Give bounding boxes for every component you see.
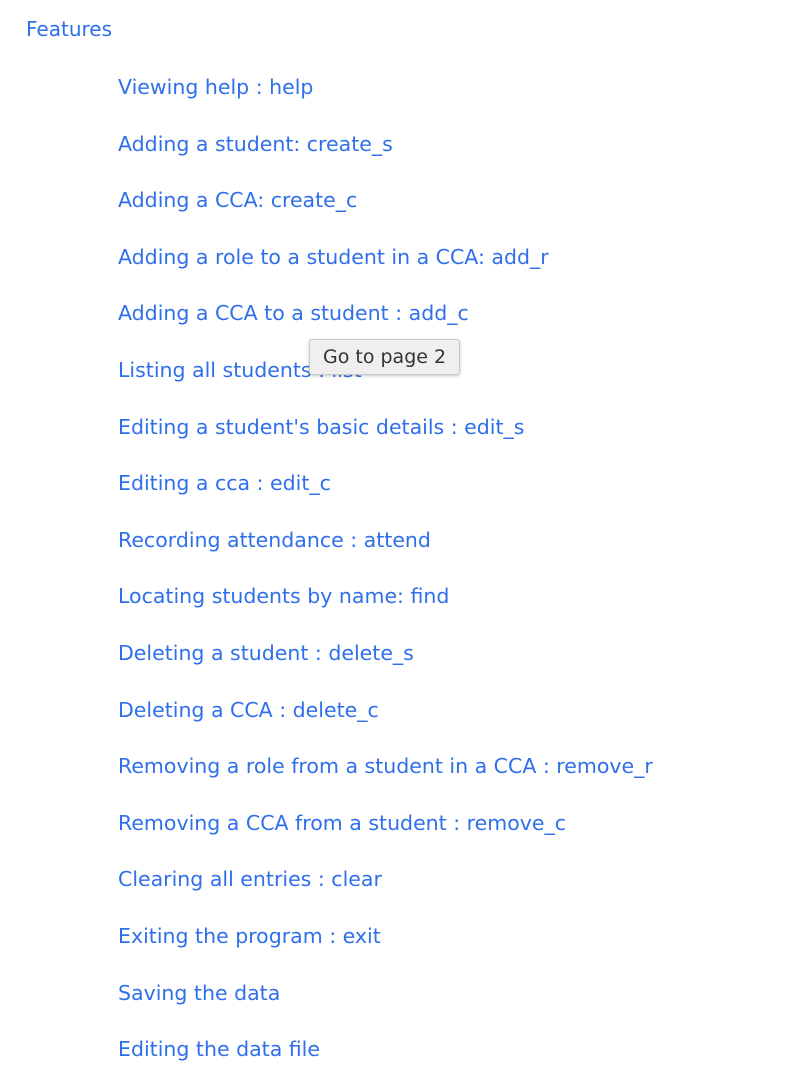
toc-link-create-c[interactable]: Adding a CCA: create_c [118,184,357,216]
table-of-contents: Features Viewing help : help Adding a st… [0,0,786,1082]
toc-link-find[interactable]: Locating students by name: find [118,580,449,612]
toc-item: Deleting a CCA : delete_c [118,694,653,751]
toc-link-remove-c[interactable]: Removing a CCA from a student : remove_c [118,807,566,839]
toc-link-remove-r[interactable]: Removing a role from a student in a CCA … [118,750,653,782]
toc-link-delete-s[interactable]: Deleting a student : delete_s [118,637,414,669]
go-to-page-tooltip: Go to page 2 [309,339,461,375]
toc-item: Removing a role from a student in a CCA … [118,750,653,807]
toc-item: Editing a student's basic details : edit… [118,411,653,468]
toc-link-help[interactable]: Viewing help : help [118,71,313,103]
toc-item: Saving the data [118,977,653,1034]
toc-link-add-r[interactable]: Adding a role to a student in a CCA: add… [118,241,549,273]
toc-item: Exiting the program : exit [118,920,653,977]
toc-link-saving-data[interactable]: Saving the data [118,977,280,1009]
toc-link-delete-c[interactable]: Deleting a CCA : delete_c [118,694,379,726]
toc-item: Locating students by name: find [118,580,653,637]
toc-link-edit-c[interactable]: Editing a cca : edit_c [118,467,331,499]
toc-link-editing-data-file[interactable]: Editing the data file [118,1033,320,1065]
toc-heading-features[interactable]: Features [26,14,112,44]
toc-link-add-c[interactable]: Adding a CCA to a student : add_c [118,297,469,329]
toc-item: Removing a CCA from a student : remove_c [118,807,653,864]
toc-link-create-s[interactable]: Adding a student: create_s [118,128,393,160]
toc-item: Viewing help : help [118,71,653,128]
toc-item: Deleting a student : delete_s [118,637,653,694]
toc-list: Viewing help : help Adding a student: cr… [118,71,653,1090]
toc-link-exit[interactable]: Exiting the program : exit [118,920,381,952]
toc-item: Adding a CCA: create_c [118,184,653,241]
toc-item: Recording attendance : attend [118,524,653,581]
toc-item: Clearing all entries : clear [118,863,653,920]
toc-item: Adding a student: create_s [118,128,653,185]
toc-link-edit-s[interactable]: Editing a student's basic details : edit… [118,411,524,443]
toc-item: Editing a cca : edit_c [118,467,653,524]
toc-link-attend[interactable]: Recording attendance : attend [118,524,431,556]
toc-item: Editing the data file [118,1033,653,1090]
toc-item: Adding a role to a student in a CCA: add… [118,241,653,298]
toc-link-clear[interactable]: Clearing all entries : clear [118,863,382,895]
